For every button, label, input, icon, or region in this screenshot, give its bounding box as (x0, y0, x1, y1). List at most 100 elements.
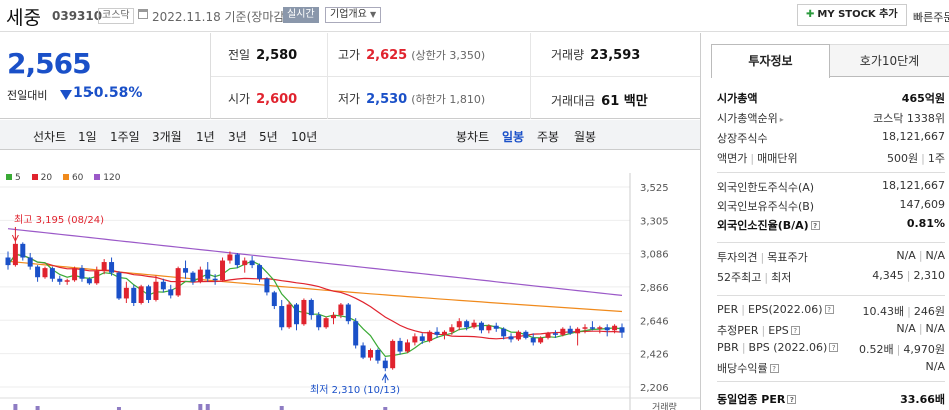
tab-1year[interactable]: 1년 (196, 128, 215, 145)
divider (530, 33, 531, 119)
invest-row-label: 52주최고 | 최저 (717, 269, 791, 285)
invest-row-label: 외국인한도주식수(A) (717, 179, 814, 195)
tab-line-chart[interactable]: 선차트 (33, 128, 66, 145)
invest-row-value: 0.81% (907, 217, 945, 230)
amount-value: 61 백만 (601, 94, 648, 109)
quick-order-link[interactable]: 빠른주문 (913, 9, 949, 25)
candle-body (308, 299, 314, 316)
value-text: 10.43배 (862, 305, 905, 318)
candlestick-plot[interactable]: 3,525 3,305 3,086 2,866 2,646 2,426 2,206 최고 3,… (0, 151, 700, 410)
candle-body (249, 260, 255, 266)
candle-body (5, 257, 11, 266)
candle-body (397, 340, 403, 352)
invest-row-label: PER | EPS(2022.06)? (717, 303, 834, 316)
high-price: 고가 2,625 (상한가 3,350) (338, 46, 485, 63)
candle-body (86, 278, 92, 284)
separator: | (761, 324, 766, 337)
realtime-button[interactable]: 실시간 (283, 7, 319, 23)
value-text: 상장주식수 (717, 132, 768, 145)
high-annotation: 최고 3,195 (08/24) (14, 214, 104, 226)
divider (211, 76, 700, 77)
chevron-right-icon: ▸ (779, 115, 784, 124)
value-text: 배당수익률 (717, 362, 768, 375)
candle-body (94, 271, 100, 284)
volume-value: 23,593 (590, 48, 641, 63)
tab-invest-info[interactable]: 투자정보 (711, 44, 830, 78)
open-price: 시가 2,600 (228, 90, 297, 107)
change-percent: -0.58% (88, 85, 143, 101)
candle-body (619, 327, 625, 333)
corp-info-label: 기업개요 (330, 9, 367, 20)
invest-row-value: N/A | N/A (896, 249, 945, 262)
value-text: PER (717, 303, 739, 316)
value-text: PBR (717, 341, 739, 354)
value-text: 0.81% (906, 217, 945, 230)
value-text: 최저 (771, 271, 792, 284)
value-text: 1주 (927, 152, 945, 165)
candle-body (197, 269, 203, 282)
corp-info-dropdown[interactable]: 기업개요 ▼ (325, 7, 382, 23)
separator: | (741, 341, 746, 354)
help-icon[interactable]: ? (829, 343, 839, 352)
invest-row-label: 추정PER | EPS? (717, 322, 800, 338)
invest-row-label: 액면가 | 매매단위 (717, 150, 798, 166)
candle-body (146, 286, 152, 300)
candle-body (205, 269, 211, 279)
market-badge: 코스닥 (98, 8, 134, 24)
tab-1day[interactable]: 1일 (78, 128, 97, 145)
invest-info-panel: 투자정보 호가10단계 시가총액 465억원 시가총액순위 ▸ 코스닥 1338위 상장주… (711, 44, 949, 410)
price-summary: 2,565 전일대비 15 -0.58% 전일 2,580 고가 2,625 (상한가… (0, 33, 700, 119)
plus-icon: ✚ (806, 9, 815, 20)
peer-per-value: 33.66배 (900, 393, 945, 406)
tab-1week[interactable]: 1주일 (110, 128, 140, 145)
tab-10year[interactable]: 10년 (291, 128, 317, 145)
value-text: 0.52배 (859, 343, 894, 356)
help-icon[interactable]: ? (790, 326, 800, 335)
invest-row: PBR | BPS (2022.06)? 0.52배 | 4,970원 (717, 341, 945, 359)
invest-row-label: PBR | BPS (2022.06)? (717, 341, 839, 354)
candle-body (175, 268, 181, 296)
tab-3month[interactable]: 3개월 (152, 128, 182, 145)
value-text: 외국인한도주식수(A) (717, 181, 815, 194)
tab-daily[interactable]: 일봉 (502, 128, 524, 145)
down-triangle-icon (60, 90, 72, 100)
help-icon[interactable]: ? (769, 364, 779, 373)
separator: | (921, 152, 925, 165)
candle-body (412, 336, 418, 343)
help-icon[interactable]: ? (824, 305, 834, 314)
candle-body (57, 278, 63, 282)
invest-row-value: 500원 | 1주 (887, 150, 945, 166)
candle-body (20, 243, 26, 258)
candle-body (567, 328, 573, 334)
tab-monthly[interactable]: 월봉 (574, 128, 596, 145)
candle-body (294, 304, 300, 325)
help-icon[interactable]: ? (787, 395, 797, 404)
tab-candle-chart[interactable]: 봉차트 (456, 128, 489, 145)
volume-bar (279, 406, 284, 410)
candle-body (190, 272, 196, 282)
invest-row-value: 18,121,667 (882, 130, 945, 143)
price-chart: 5 20 60 120 3,525 3,305 3,086 2,866 2,646 2,4… (0, 151, 700, 410)
candle-body (42, 268, 48, 278)
candle-body (523, 331, 529, 338)
ma20-line (7, 253, 623, 340)
tab-5year[interactable]: 5년 (259, 128, 278, 145)
value-text: 시가총액 (717, 92, 758, 105)
candle-body (301, 299, 307, 325)
tab-orderbook[interactable]: 호가10단계 (830, 44, 949, 77)
add-mystock-button[interactable]: ✚ MY STOCK 추가 (797, 4, 907, 26)
candle-body (552, 333, 558, 335)
change-label: 전일대비 (7, 89, 48, 102)
candle-body (493, 325, 499, 329)
candle-body (27, 257, 33, 267)
candle-body (441, 331, 447, 335)
value-text: 투자의견 (717, 251, 758, 264)
stock-name: 세중 (6, 7, 41, 29)
candle-body (271, 292, 277, 307)
value-text: 추정PER (717, 324, 759, 337)
candle-body (471, 322, 477, 328)
help-icon[interactable]: ? (810, 221, 820, 230)
invest-row: 외국인소진율(B/A)? 0.81% (717, 217, 945, 235)
tab-weekly[interactable]: 주봉 (537, 128, 559, 145)
tab-3year[interactable]: 3년 (228, 128, 247, 145)
